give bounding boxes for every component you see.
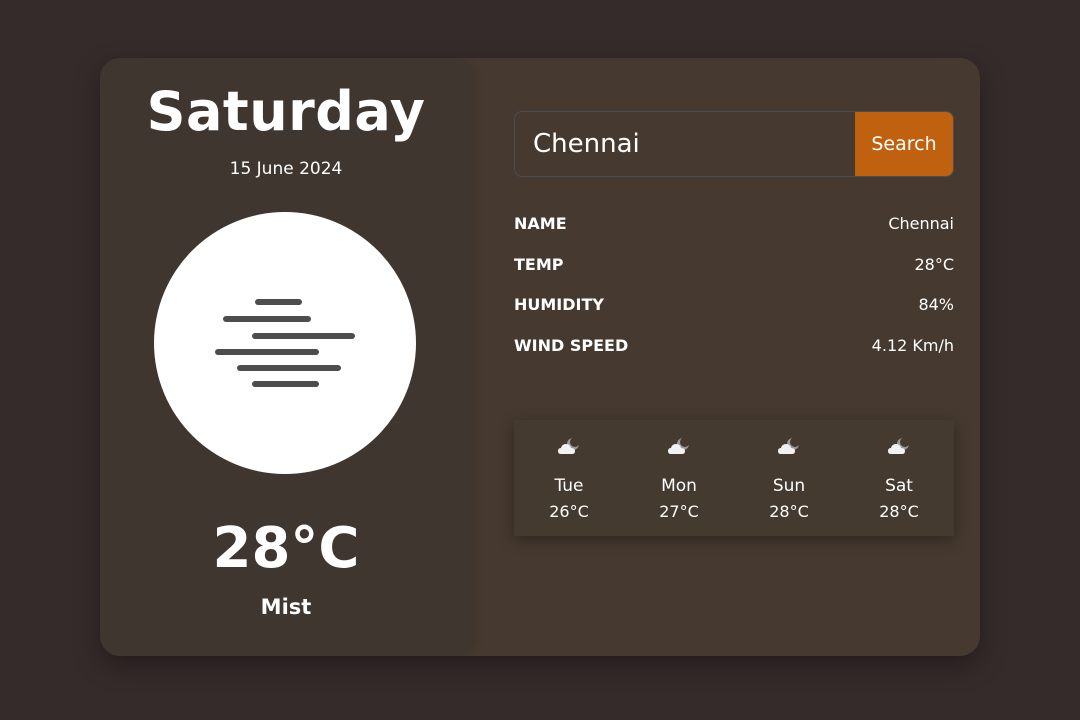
detail-label: NAME — [514, 214, 567, 233]
detail-label: WIND SPEED — [514, 335, 629, 355]
forecast-day-temp: 28°C — [879, 502, 919, 521]
forecast-day-temp: 27°C — [659, 502, 699, 521]
cloudy-night-icon — [668, 437, 690, 454]
detail-row-wind-speed: WIND SPEED 4.12 Km/h — [514, 330, 954, 371]
detail-label: HUMIDITY — [514, 295, 604, 314]
forecast-day-name: Sat — [885, 476, 913, 496]
forecast-day[interactable]: Tue 26°C — [514, 420, 624, 536]
detail-row-name: NAME Chennai — [514, 208, 954, 249]
detail-value: Chennai — [888, 214, 954, 233]
current-temperature: 28°C — [212, 516, 360, 581]
cloudy-night-icon — [558, 437, 580, 454]
detail-label: TEMP — [514, 254, 564, 274]
forecast-day[interactable]: Mon 27°C — [624, 420, 734, 536]
forecast-day-temp: 26°C — [549, 502, 589, 521]
detail-value: 84% — [918, 295, 954, 314]
mist-icon — [215, 299, 355, 387]
current-day: Saturday — [146, 80, 426, 143]
forecast-day-name: Mon — [661, 476, 697, 496]
forecast-day[interactable]: Sun 28°C — [734, 420, 844, 536]
detail-value: 4.12 Km/h — [871, 335, 954, 355]
forecast-strip: Tue 26°C Mon 27°C Sun 28°C Sat 28°C — [514, 420, 954, 536]
forecast-day[interactable]: Sat 28°C — [844, 420, 954, 536]
weather-card: Saturday 15 June 2024 28°C Mist Search N… — [100, 58, 980, 656]
detail-row-humidity: HUMIDITY 84% — [514, 289, 954, 330]
city-search-input[interactable] — [515, 112, 857, 176]
detail-value: 28°C — [914, 254, 954, 274]
current-weather-panel: Saturday 15 June 2024 28°C Mist — [100, 58, 472, 656]
weather-details: NAME Chennai TEMP 28°C HUMIDITY 84% WIND… — [514, 208, 954, 370]
weather-icon-badge — [154, 212, 416, 474]
current-date: 15 June 2024 — [229, 159, 343, 179]
forecast-day-temp: 28°C — [769, 502, 809, 521]
search-button[interactable]: Search — [855, 112, 953, 176]
forecast-day-name: Tue — [554, 476, 584, 496]
cloudy-night-icon — [778, 437, 800, 454]
current-condition: Mist — [260, 595, 312, 619]
detail-row-temp: TEMP 28°C — [514, 249, 954, 290]
search-bar: Search — [514, 111, 954, 177]
forecast-day-name: Sun — [772, 476, 806, 496]
cloudy-night-icon — [888, 437, 910, 454]
